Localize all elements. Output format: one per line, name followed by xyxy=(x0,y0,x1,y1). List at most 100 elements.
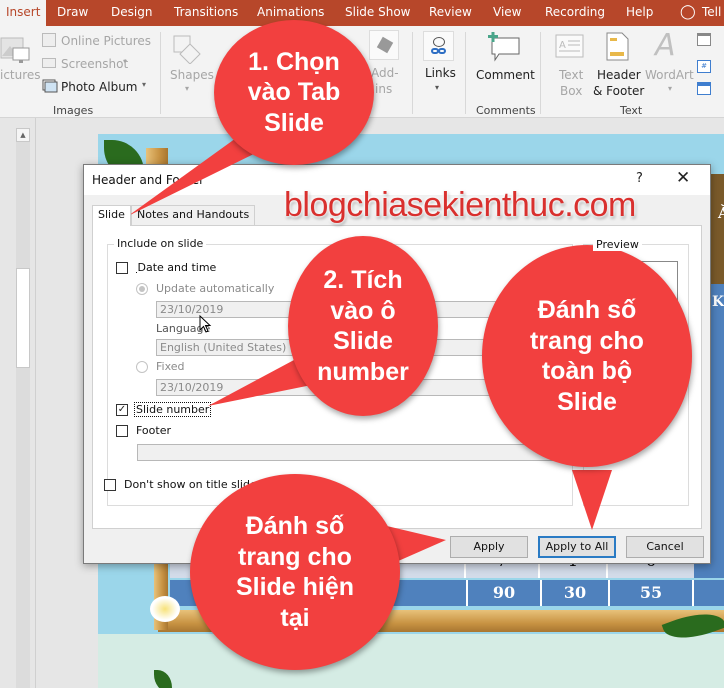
pictures-button[interactable]: ictures xyxy=(0,68,41,82)
fixed-label: Fixed xyxy=(156,360,185,373)
table-cell: 30 xyxy=(540,580,608,606)
tab-notes-and-handouts[interactable]: Notes and Handouts xyxy=(131,205,256,225)
header-footer-button-line2: & Footer xyxy=(593,84,645,98)
tab-review[interactable]: Review xyxy=(429,0,472,26)
slide-thumbnail-pane: ▲ xyxy=(0,118,36,688)
table-cell: 90 xyxy=(466,580,540,606)
links-dropdown-icon[interactable]: ▾ xyxy=(435,83,439,92)
date-and-time-label-text: Date and time xyxy=(137,261,217,274)
scrollbar-thumb[interactable] xyxy=(16,268,30,368)
slide-title-fragment: Ă xyxy=(718,204,724,222)
flower-decoration xyxy=(150,596,180,622)
cancel-button[interactable]: Cancel xyxy=(626,536,704,558)
annotation-line: 1. Chọn xyxy=(248,47,340,76)
shapes-icon xyxy=(173,35,201,64)
addins-button-line2: ins xyxy=(375,82,393,96)
annotation-line: number xyxy=(317,357,409,386)
update-automatically-radio[interactable] xyxy=(136,283,148,295)
apply-all-annotation: Đánh số trang cho toàn bộ Slide xyxy=(482,245,692,467)
annotation-line: toàn bộ xyxy=(541,357,633,385)
pictures-icon xyxy=(0,37,30,63)
screenshot-button[interactable]: Screenshot xyxy=(61,57,128,71)
tab-insert[interactable]: Insert xyxy=(0,0,47,26)
ribbon-separator xyxy=(540,32,541,114)
wordart-icon: A xyxy=(655,28,676,63)
slide-number-checkbox[interactable]: ✓ xyxy=(116,404,128,416)
wordart-button[interactable]: WordArt xyxy=(645,68,694,82)
slide-number-label[interactable]: Slide number xyxy=(133,402,212,417)
tab-tell-me[interactable]: Tell xyxy=(702,0,721,26)
include-on-slide-label: Include on slide xyxy=(114,237,207,250)
comments-group-label: Comments xyxy=(476,104,536,117)
watermark: blogchiasekienthuc.com xyxy=(284,186,636,224)
object-icon[interactable] xyxy=(697,82,711,95)
tab-recording[interactable]: Recording xyxy=(545,0,605,26)
addins-button[interactable]: Add- xyxy=(371,66,399,80)
annotation-line: vào ô xyxy=(330,296,396,325)
step1-annotation: 1. Chọn vào Tab Slide xyxy=(214,20,374,165)
apply-annotation: Đánh số trang cho Slide hiện tại xyxy=(190,474,400,670)
shapes-dropdown-icon[interactable]: ▾ xyxy=(185,84,189,93)
annotation-line: Slide xyxy=(557,387,617,416)
footer-checkbox[interactable] xyxy=(116,425,128,437)
mouse-cursor-icon xyxy=(199,315,212,333)
date-and-time-label: DDate and time xyxy=(136,261,217,274)
online-pictures-icon xyxy=(42,33,56,47)
table-edge xyxy=(710,284,724,574)
photo-album-dropdown-icon[interactable]: ▾ xyxy=(142,80,146,89)
screenshot-dropdown-icon[interactable]: ▾ xyxy=(123,57,127,66)
thumbnail-scrollbar[interactable] xyxy=(16,128,30,688)
tab-design[interactable]: Design xyxy=(111,0,152,26)
table-cell: 55 xyxy=(608,580,694,606)
annotation-line: Đánh số xyxy=(245,512,345,540)
text-box-icon: A xyxy=(555,34,584,58)
ribbon-separator xyxy=(465,32,466,114)
photo-album-button[interactable]: Photo Album xyxy=(61,80,138,94)
apply-to-all-button[interactable]: Apply to All xyxy=(538,536,616,558)
annotation-line: tại xyxy=(280,603,310,632)
footer-label: Footer xyxy=(136,424,171,437)
date-time-icon[interactable] xyxy=(697,33,711,46)
header-footer-icon xyxy=(606,32,629,61)
ribbon-separator xyxy=(412,32,413,114)
footer-text-input[interactable] xyxy=(137,444,568,461)
photo-album-icon xyxy=(42,79,58,93)
text-box-button-line2: Box xyxy=(560,84,583,98)
date-and-time-checkbox[interactable] xyxy=(116,262,128,274)
tab-view[interactable]: View xyxy=(493,0,521,26)
addins-icon xyxy=(369,30,399,60)
tab-draw[interactable]: Draw xyxy=(57,0,88,26)
slide-bottom-area xyxy=(98,634,724,688)
tab-transitions[interactable]: Transitions xyxy=(174,0,238,26)
annotation-line: Slide xyxy=(264,108,324,137)
shapes-button[interactable]: Shapes xyxy=(170,68,214,82)
fixed-radio[interactable] xyxy=(136,361,148,373)
annotation-line: Slide xyxy=(333,327,393,355)
close-icon[interactable]: ✕ xyxy=(676,168,690,188)
comment-button[interactable]: Comment xyxy=(476,68,535,82)
annotation-line: 2. Tích xyxy=(323,266,403,294)
annotation-line: Đánh số xyxy=(537,296,637,324)
annotation-line: trang cho xyxy=(530,326,644,355)
text-group-label: Text xyxy=(620,104,643,117)
links-button[interactable]: Links xyxy=(425,66,456,80)
slide-number-icon[interactable]: # xyxy=(697,60,711,73)
images-group-label: Images xyxy=(53,104,94,117)
ribbon-tab-bar: Insert Draw Design Transitions Animation… xyxy=(0,0,724,26)
online-pictures-button[interactable]: Online Pictures xyxy=(61,34,151,48)
wordart-dropdown-icon[interactable]: ▾ xyxy=(668,84,672,93)
tab-slide[interactable]: Slide xyxy=(92,205,131,226)
help-button[interactable]: ? xyxy=(636,171,643,186)
ribbon-separator xyxy=(160,32,161,114)
scroll-up-arrow-icon[interactable]: ▲ xyxy=(16,128,30,142)
header-footer-button[interactable]: Header xyxy=(597,68,641,82)
dont-show-title-checkbox[interactable] xyxy=(104,479,116,491)
preview-label: Preview xyxy=(593,238,642,251)
text-box-button[interactable]: Text xyxy=(559,68,583,82)
dialog-title: Header and Footer xyxy=(92,173,205,187)
links-icon xyxy=(423,31,454,61)
tab-slide-show[interactable]: Slide Show xyxy=(345,0,410,26)
tab-help[interactable]: Help xyxy=(626,0,653,26)
lightbulb-icon[interactable]: ◯ xyxy=(680,0,696,26)
apply-button[interactable]: Apply xyxy=(450,536,528,558)
